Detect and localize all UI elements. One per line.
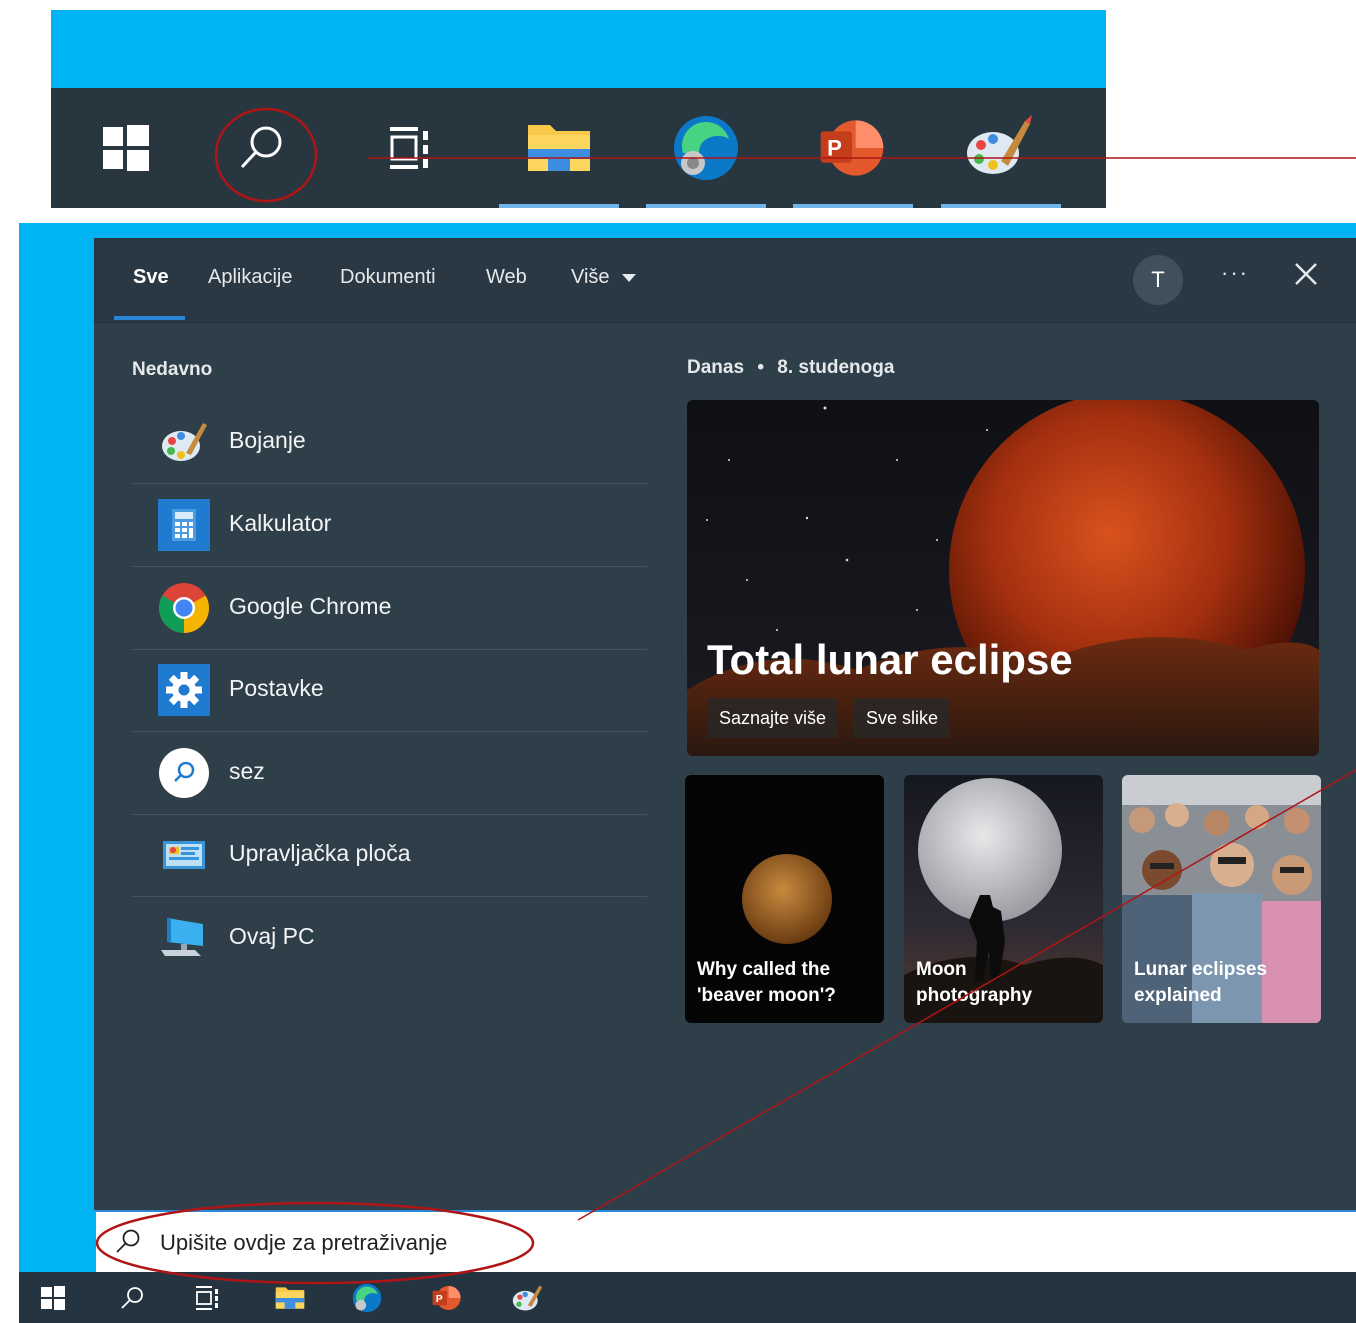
start-button[interactable]	[91, 117, 161, 179]
calculator-icon	[158, 499, 210, 551]
running-indicator	[646, 204, 766, 208]
edge-icon	[674, 116, 738, 180]
file-explorer-taskbar-button[interactable]	[274, 1282, 306, 1314]
recent-item-label: sez	[229, 758, 265, 784]
recent-item-label: Upravljačka ploča	[229, 840, 411, 866]
recent-item-calculator[interactable]: Kalkulator	[132, 484, 647, 567]
paint-icon	[967, 115, 1032, 174]
search-taskbar-button[interactable]	[226, 117, 296, 179]
file-explorer-icon	[275, 1287, 305, 1309]
paint-taskbar-button[interactable]	[963, 115, 1033, 179]
tab-web[interactable]: Web	[486, 266, 527, 289]
card-title: Why called the 'beaver moon'?	[697, 959, 836, 1006]
card-title: Moon photography	[916, 959, 1033, 1006]
more-options-button[interactable]: ···	[1221, 260, 1249, 286]
task-view-icon	[390, 127, 428, 169]
search-icon	[121, 1287, 143, 1309]
search-icon	[116, 1229, 140, 1253]
windows-logo-icon	[41, 1286, 65, 1310]
search-box[interactable]	[96, 1210, 1356, 1272]
tab-all[interactable]: Sve	[133, 266, 169, 289]
close-icon[interactable]	[1288, 256, 1324, 292]
powerpoint-icon: P	[432, 1286, 461, 1310]
task-view-icon	[196, 1286, 218, 1310]
recent-item-google-chrome[interactable]: Google Chrome	[132, 567, 647, 650]
recent-item-settings[interactable]: Postavke	[132, 649, 647, 732]
today-heading: Danas • 8. studenoga	[687, 357, 894, 379]
powerpoint-taskbar-button[interactable]: P	[431, 1282, 463, 1314]
tab-more[interactable]: Više	[571, 266, 637, 289]
all-images-button[interactable]: Sve slike	[854, 698, 951, 738]
running-indicator	[499, 204, 619, 208]
search-tabs-bar: Sve Aplikacije Dokumenti Web Više T ···	[94, 238, 1356, 323]
active-tab-indicator	[114, 316, 185, 320]
chrome-icon	[158, 582, 210, 634]
recent-heading: Nedavno	[132, 359, 213, 380]
this-pc-icon	[158, 912, 210, 964]
edge-taskbar-button[interactable]	[671, 116, 741, 180]
running-indicator	[793, 204, 913, 208]
tab-apps[interactable]: Aplikacije	[208, 266, 292, 289]
today-date: 8. studenoga	[777, 357, 895, 378]
card-beaver-moon[interactable]: Why called the 'beaver moon'?	[685, 775, 884, 1023]
paint-icon	[158, 416, 210, 468]
recent-item-this-pc[interactable]: Ovaj PC	[132, 897, 647, 979]
card-moon-photography[interactable]: Moon photography	[904, 775, 1103, 1023]
recent-item-sez[interactable]: sez	[132, 732, 647, 815]
search-input[interactable]	[158, 1222, 1262, 1264]
taskbar-zoom-excerpt: P	[51, 10, 1106, 208]
hero-card[interactable]: Total lunar eclipse Saznajte više Sve sl…	[687, 400, 1319, 756]
file-explorer-taskbar-button[interactable]	[524, 117, 594, 179]
card-title: Lunar eclipses explained	[1134, 959, 1268, 1006]
recent-item-label: Google Chrome	[229, 593, 392, 619]
svg-text:P: P	[827, 135, 842, 160]
search-icon	[240, 126, 282, 169]
card-lunar-eclipses[interactable]: Lunar eclipses explained	[1122, 775, 1321, 1023]
taskbar: P	[19, 1272, 1356, 1323]
task-view-button[interactable]	[191, 1282, 223, 1314]
hero-title: Total lunar eclipse	[707, 636, 1073, 683]
recent-item-control-panel[interactable]: Upravljačka ploča	[132, 814, 647, 897]
paint-taskbar-button[interactable]	[511, 1282, 543, 1314]
search-flyout: Sve Aplikacije Dokumenti Web Više T ··· …	[94, 238, 1356, 1210]
paint-icon	[512, 1285, 543, 1311]
recent-item-paint[interactable]: Bojanje	[132, 401, 647, 484]
windows-logo-icon	[103, 125, 149, 171]
search-taskbar-button[interactable]	[116, 1282, 148, 1314]
search-app-icon	[158, 747, 210, 799]
edge-icon	[352, 1283, 382, 1313]
powerpoint-icon: P	[820, 120, 884, 176]
recent-item-label: Postavke	[229, 675, 324, 701]
start-button[interactable]	[37, 1282, 69, 1314]
tab-more-label: Više	[571, 266, 610, 288]
chevron-down-icon	[622, 273, 637, 282]
powerpoint-taskbar-button[interactable]: P	[817, 117, 887, 179]
file-explorer-icon	[528, 125, 590, 171]
today-label: Danas	[687, 357, 745, 378]
learn-more-button[interactable]: Saznajte više	[707, 698, 839, 738]
account-avatar[interactable]: T	[1133, 255, 1183, 305]
recent-item-label: Kalkulator	[229, 510, 332, 536]
tab-documents[interactable]: Dokumenti	[340, 266, 436, 289]
task-view-button[interactable]	[374, 117, 444, 179]
svg-text:P: P	[436, 1294, 443, 1305]
recent-item-label: Bojanje	[229, 427, 306, 453]
edge-taskbar-button[interactable]	[351, 1282, 383, 1314]
settings-icon	[158, 664, 210, 716]
recent-item-label: Ovaj PC	[229, 923, 315, 949]
running-indicator	[941, 204, 1061, 208]
separator-dot: •	[757, 357, 764, 378]
control-panel-icon	[158, 829, 210, 881]
taskbar-zoomed: P	[51, 88, 1106, 208]
